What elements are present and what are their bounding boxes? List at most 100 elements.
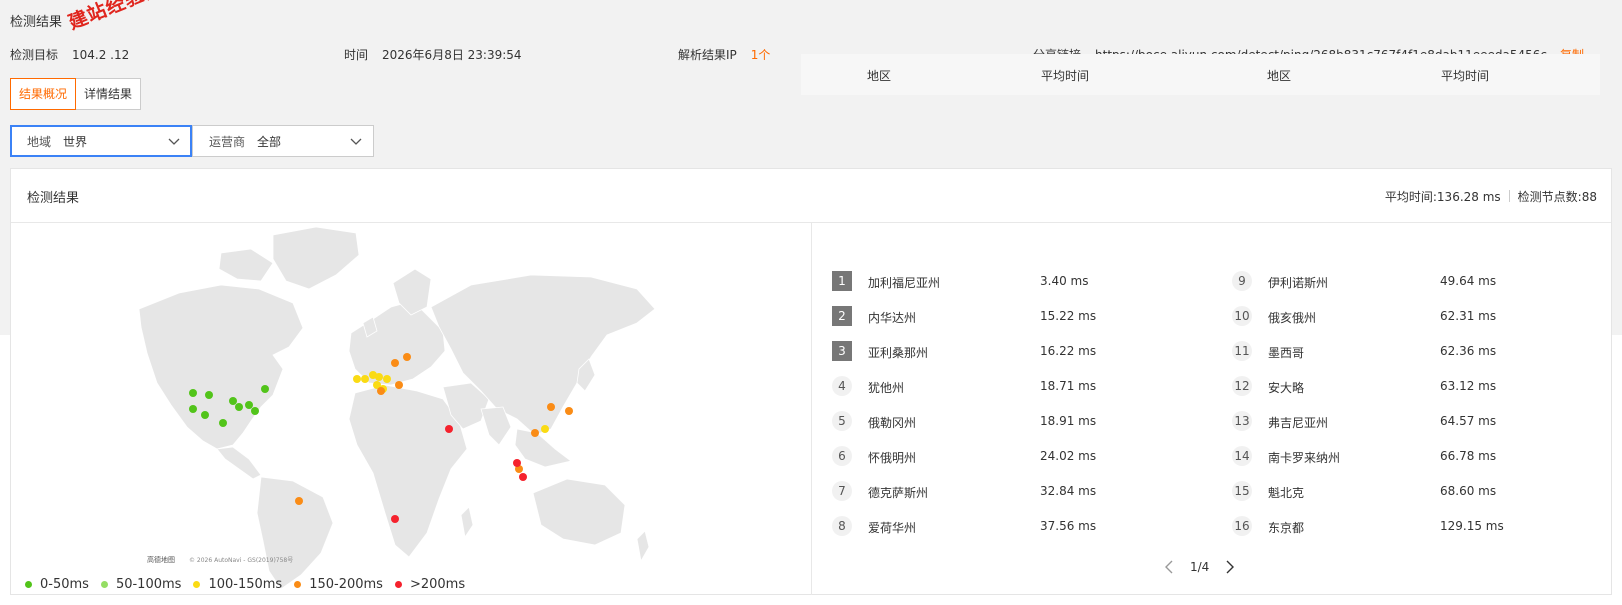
map-attribution: 高德地图 © 2026 AutoNavi - GS(2019)758号 [147, 555, 293, 564]
next-page-icon[interactable] [1219, 557, 1239, 577]
probe-point[interactable] [519, 473, 527, 481]
row-avg-time: 129.15 ms [1440, 519, 1504, 533]
target-label: 检测目标 [10, 48, 59, 62]
legend-label: >200ms [409, 577, 466, 592]
row-region: 爱荷华州 [868, 521, 917, 535]
legend-item: >200ms [394, 577, 466, 592]
row-region: 安大略 [1268, 381, 1305, 395]
table-row: 5 俄勒冈州 18.91 ms [802, 399, 1182, 435]
target-info: 检测目标 104.2 .12 [10, 46, 129, 63]
probe-point[interactable] [205, 391, 213, 399]
rank-badge: 16 [1232, 516, 1252, 536]
legend-dot [25, 581, 32, 588]
row-avg-time: 16.22 ms [1040, 344, 1097, 358]
rank-badge: 14 [1232, 446, 1252, 466]
map-attribution-text: © 2026 AutoNavi - GS(2019)758号 [189, 557, 293, 564]
legend-item: 150-200ms [294, 577, 383, 592]
row-region: 俄勒冈州 [868, 416, 917, 430]
panel-title: 检测结果 [27, 191, 80, 206]
probe-point[interactable] [219, 419, 227, 427]
tab-details[interactable]: 详情结果 [76, 78, 142, 110]
probe-point[interactable] [189, 389, 197, 397]
rank-badge: 1 [832, 271, 852, 291]
probe-point[interactable] [353, 375, 361, 383]
probe-point[interactable] [391, 359, 399, 367]
legend-item: 0-50ms [25, 577, 89, 592]
probe-point[interactable] [201, 411, 209, 419]
probe-point[interactable] [261, 385, 269, 393]
row-region: 东京都 [1268, 521, 1305, 535]
table-row: 4 犹他州 18.71 ms [802, 364, 1182, 400]
header-avg-right: 平均时间 [1441, 69, 1490, 83]
probe-point[interactable] [235, 403, 243, 411]
legend-label: 50-100ms [115, 577, 182, 592]
central-america [216, 446, 262, 480]
row-avg-time: 63.12 ms [1440, 379, 1497, 393]
probe-point[interactable] [403, 353, 411, 361]
header-region-left: 地区 [867, 69, 892, 83]
rank-badge: 4 [832, 376, 852, 396]
probe-point[interactable] [565, 407, 573, 415]
row-avg-time: 62.31 ms [1440, 309, 1497, 323]
probe-point[interactable] [541, 425, 549, 433]
row-region: 南卡罗来纳州 [1268, 451, 1341, 465]
legend-dot [394, 581, 402, 588]
table-row: 16 东京都 129.15 ms [1192, 504, 1572, 540]
probe-point[interactable] [395, 381, 403, 389]
tab-overview[interactable]: 结果概况 [10, 78, 77, 110]
table-row: 13 弗吉尼亚州 64.57 ms [1192, 399, 1572, 435]
africa [348, 384, 468, 558]
legend-label: 150-200ms [309, 577, 383, 592]
page-title: 检测结果 [10, 15, 63, 30]
world-map[interactable]: 高德地图 © 2026 AutoNavi - GS(2019)758号 [11, 223, 811, 595]
table-row: 14 南卡罗来纳州 66.78 ms [1192, 434, 1572, 470]
prev-page-icon[interactable] [1160, 557, 1180, 577]
node-count-stat: 检测节点数:88 [1517, 190, 1597, 204]
probe-point[interactable] [377, 387, 385, 395]
probe-point[interactable] [445, 425, 453, 433]
rank-badge: 13 [1232, 411, 1252, 431]
row-avg-time: 15.22 ms [1040, 309, 1097, 323]
row-avg-time: 37.56 ms [1040, 519, 1097, 533]
region-select[interactable]: 地域 世界 [10, 125, 192, 157]
probe-point[interactable] [229, 397, 237, 405]
rank-badge: 5 [832, 411, 852, 431]
legend-item: 50-100ms [100, 577, 182, 592]
row-region: 德克萨斯州 [868, 486, 929, 500]
probe-point[interactable] [383, 375, 391, 383]
row-avg-time: 18.71 ms [1040, 379, 1097, 393]
probe-point[interactable] [245, 401, 253, 409]
probe-point[interactable] [547, 403, 555, 411]
page-indicator: 1/4 [1190, 560, 1210, 574]
probe-point[interactable] [189, 405, 197, 413]
probe-point[interactable] [531, 429, 539, 437]
legend-dot [100, 581, 108, 588]
region-select-label: 地域 [27, 134, 52, 149]
row-region: 墨西哥 [1268, 346, 1305, 360]
row-region: 犹他州 [868, 381, 905, 395]
isp-select[interactable]: 运营商 全部 [192, 125, 374, 157]
table-row: 9 伊利诺斯州 49.64 ms [1192, 259, 1572, 295]
probe-point[interactable] [375, 373, 383, 381]
row-region: 魁北克 [1268, 486, 1305, 500]
isp-select-label: 运营商 [209, 134, 246, 149]
result-tabs: 结果概况 详情结果 [10, 78, 142, 110]
probe-point[interactable] [513, 459, 521, 467]
canada-islands [218, 248, 274, 282]
probe-point[interactable] [361, 375, 369, 383]
row-avg-time: 68.60 ms [1440, 484, 1497, 498]
probe-point[interactable] [251, 407, 259, 415]
rank-badge: 3 [832, 341, 852, 361]
ip-info: 解析结果IP 1个 [678, 46, 770, 63]
header-avg-left: 平均时间 [1041, 69, 1090, 83]
ip-count[interactable]: 1个 [751, 48, 771, 62]
rank-badge: 12 [1232, 376, 1252, 396]
table-row: 15 魁北克 68.60 ms [1192, 469, 1572, 505]
probe-point[interactable] [295, 497, 303, 505]
probe-point[interactable] [391, 515, 399, 523]
new-zealand [636, 530, 650, 563]
rank-badge: 6 [832, 446, 852, 466]
chevron-down-icon [350, 138, 362, 145]
table-row: 11 墨西哥 62.36 ms [1192, 329, 1572, 365]
rank-badge: 15 [1232, 481, 1252, 501]
